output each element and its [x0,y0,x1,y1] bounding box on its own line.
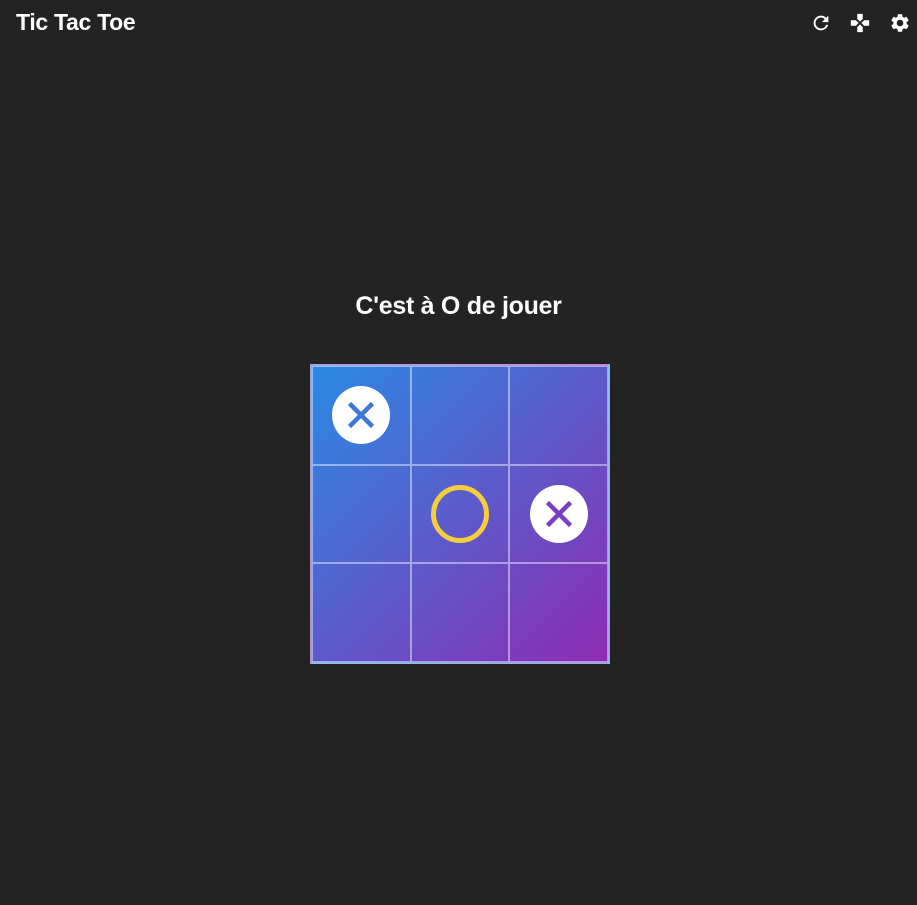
top-bar: Tic Tac Toe [0,0,917,48]
board-cell-2-2[interactable] [410,464,510,564]
board-cell-3-1[interactable] [312,563,411,662]
o-mark-icon [430,484,490,544]
board-cell-2-1[interactable] [312,464,411,564]
x-mark-icon [331,385,391,445]
board-cell-3-2[interactable] [410,563,510,662]
board-cell-2-3[interactable] [509,464,608,564]
app: Tic Tac Toe C'est à O de jouer [0,0,917,905]
gamepad-icon[interactable] [849,12,871,34]
game-board [310,364,610,664]
board-cell-3-3[interactable] [509,563,608,662]
refresh-icon[interactable] [810,12,832,34]
board-cell-1-1[interactable] [312,366,411,465]
board-cell-1-3[interactable] [509,366,608,465]
x-mark-icon [529,484,589,544]
gear-icon[interactable] [889,12,911,34]
board-cell-1-2[interactable] [410,366,510,465]
app-title: Tic Tac Toe [16,9,136,35]
turn-status: C'est à O de jouer [355,292,562,320]
